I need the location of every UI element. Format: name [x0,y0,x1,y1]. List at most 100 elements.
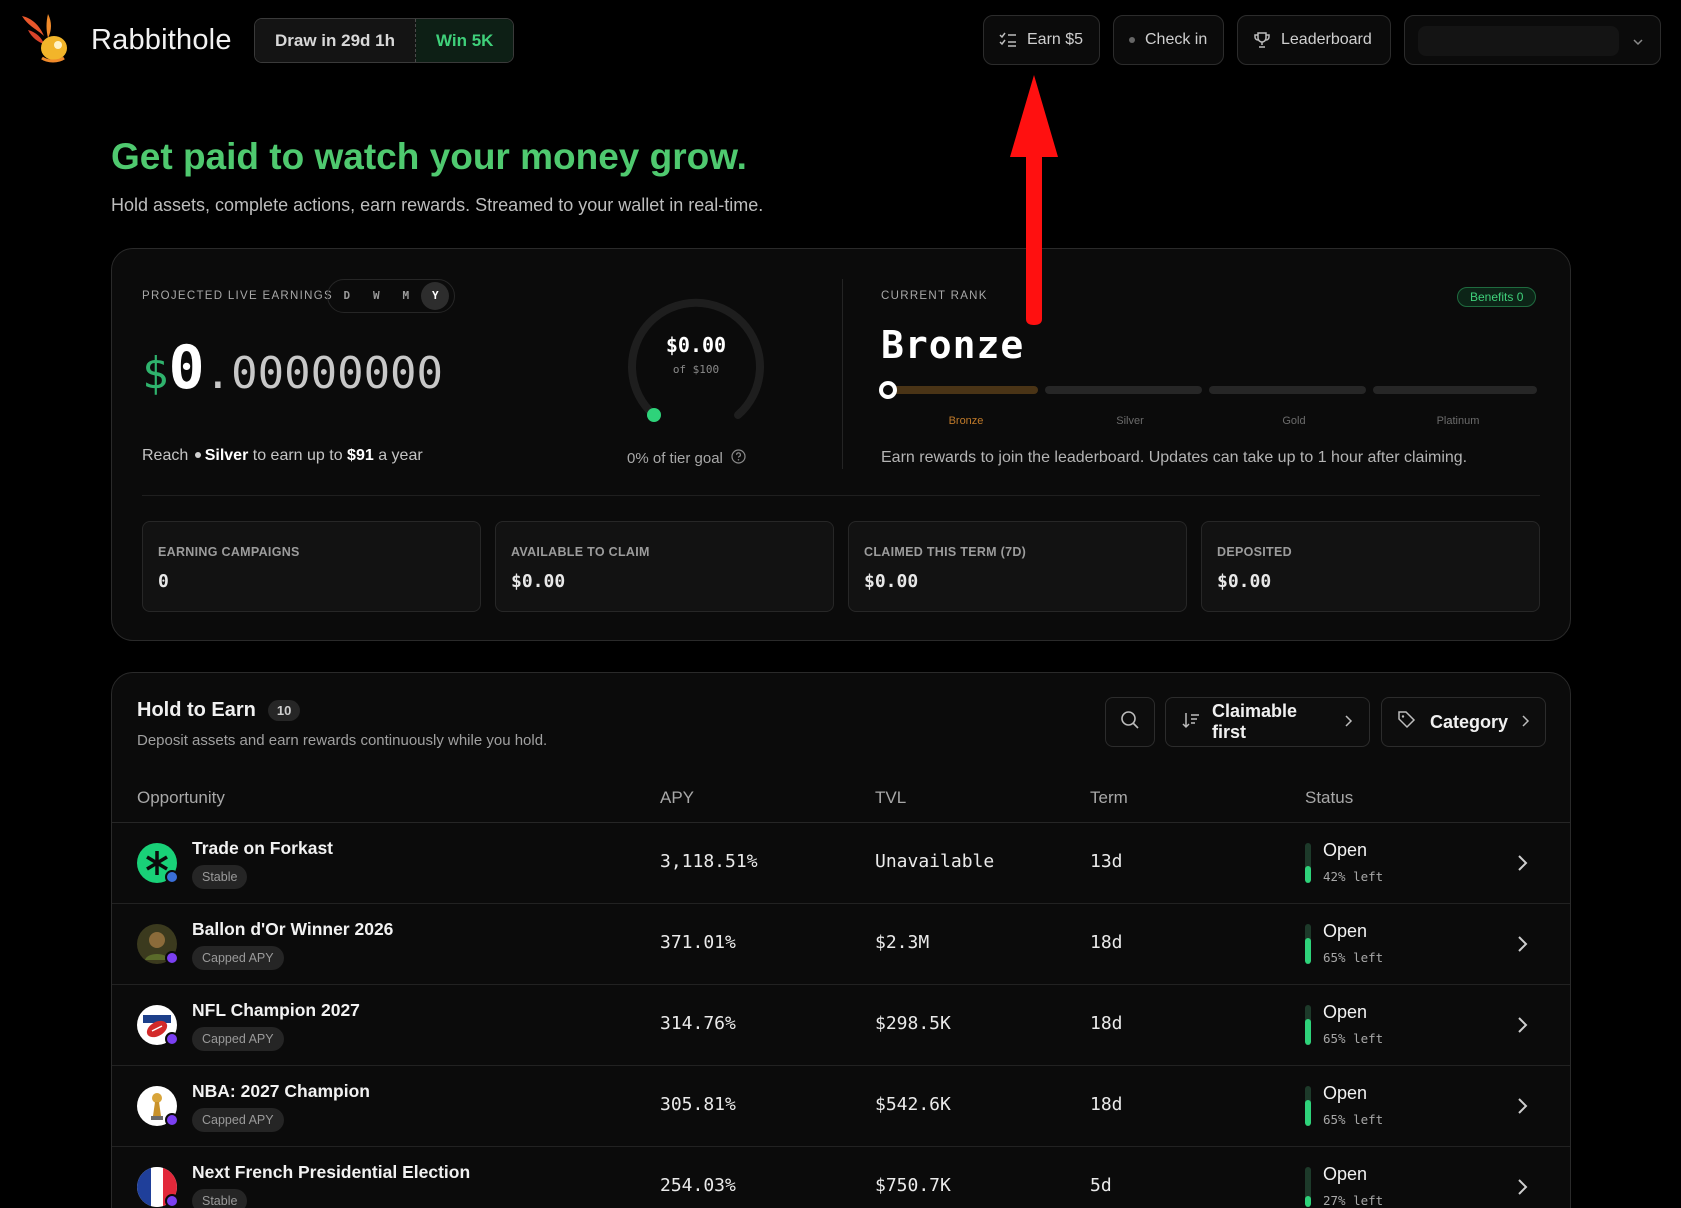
draw-ticket[interactable]: Draw in 29d 1h Win 5K [254,18,515,63]
row-tvl: $2.3M [875,932,930,953]
table-row[interactable]: NFL Champion 2027 Capped APY 314.76% $29… [112,985,1570,1066]
search-button[interactable] [1105,697,1155,747]
col-term[interactable]: Term [1090,788,1128,808]
availability-fill [1305,1019,1311,1045]
category-button[interactable]: Category [1381,697,1546,747]
row-name: Ballon d'Or Winner 2026 [192,919,394,939]
chevron-right-icon[interactable] [1516,934,1528,959]
row-apy: 3,118.51% [660,851,758,872]
chevron-right-icon[interactable] [1516,1096,1528,1121]
row-tvl: $298.5K [875,1013,951,1034]
row-status: Open [1323,921,1368,941]
section-subtitle: Deposit assets and earn rewards continuo… [137,732,548,749]
tier-segment-bronze [881,386,1038,394]
earnings-panel: Projected live earnings D W M Y $0.00000… [111,248,1571,641]
stat-earning-campaigns: Earning campaigns 0 [142,521,481,612]
check-in-label: Check in [1145,31,1208,48]
row-apy: 371.01% [660,932,736,953]
tier-segment-silver [1045,386,1202,394]
tier-label-silver: Silver [1116,415,1144,427]
row-term: 18d [1090,1094,1123,1115]
chevron-right-icon[interactable] [1516,1015,1528,1040]
leaderboard-button[interactable]: Leaderboard [1237,15,1391,65]
wallet-menu[interactable] [1404,15,1661,65]
projected-earnings-label: Projected live earnings [142,290,333,302]
availability-meter [1305,843,1311,883]
row-term: 13d [1090,851,1123,872]
row-left: 65% left [1323,1112,1384,1127]
period-toggle: D W M Y [327,279,455,313]
stat-label: Claimed this term (7D) [864,545,1027,559]
sort-button[interactable]: Claimable first [1165,697,1370,747]
tier-progress [879,381,1541,399]
row-status: Open [1323,840,1368,860]
gauge-progress-dot [647,408,661,422]
row-name: Next French Presidential Election [192,1162,471,1182]
tier-segment-gold [1209,386,1366,394]
row-name: Trade on Forkast [192,838,334,858]
panel-divider [842,279,843,469]
col-tvl[interactable]: TVL [875,788,906,808]
period-m[interactable]: M [392,282,420,310]
gauge-arc [628,298,764,422]
checklist-icon [999,32,1017,48]
gauge-of: of $100 [672,363,720,376]
col-apy[interactable]: APY [660,788,694,808]
top-bar: Rabbithole Draw in 29d 1h Win 5K Earn $5… [0,0,1681,84]
table-row[interactable]: Ballon d'Or Winner 2026 Capped APY 371.0… [112,904,1570,985]
count-badge: 10 [267,700,301,721]
wallet-address-redacted [1418,26,1619,56]
chain-badge-icon [165,870,179,884]
hero-title: Get paid to watch your money grow. [111,136,747,177]
hero-subtitle: Hold assets, complete actions, earn rewa… [111,195,764,215]
col-opportunity[interactable]: Opportunity [137,788,225,808]
stat-value: $0.00 [864,571,919,592]
brand-name[interactable]: Rabbithole [91,24,232,57]
row-apy: 314.76% [660,1013,736,1034]
benefits-badge[interactable]: Benefits 0 [1457,287,1537,307]
row-tvl: Unavailable [875,851,995,872]
search-icon [1120,710,1140,735]
panel-separator [142,495,1540,496]
earn-button[interactable]: Earn $5 [983,15,1100,65]
row-tvl: $542.6K [875,1094,951,1115]
col-status[interactable]: Status [1305,788,1353,808]
help-icon[interactable] [731,449,746,468]
rabbithole-logo[interactable] [18,12,74,66]
stat-label: Earning campaigns [158,545,300,559]
row-name: NFL Champion 2027 [192,1000,360,1020]
period-y[interactable]: Y [421,282,450,310]
amount-integer: 0 [168,333,205,403]
period-w[interactable]: W [362,282,390,310]
projected-amount: $0.00000000 [142,333,443,403]
availability-meter [1305,1167,1311,1207]
availability-fill [1305,938,1311,964]
table-row[interactable]: NBA: 2027 Champion Capped APY 305.81% $5… [112,1066,1570,1147]
reach-suffix: a year [378,447,423,464]
reach-amount: $91 [347,447,374,464]
tier-segment-platinum [1373,386,1537,394]
tier-label-bronze: Bronze [948,415,984,427]
availability-meter [1305,1005,1311,1045]
stat-label: Available to claim [511,545,650,559]
earn-label: Earn $5 [1027,31,1084,48]
currency-symbol: $ [142,348,169,399]
trophy-icon [1253,31,1271,49]
row-tag: Stable [192,865,248,889]
row-name: NBA: 2027 Champion [192,1081,370,1101]
chain-badge-icon [165,951,179,965]
table-row[interactable]: Next French Presidential Election Stable… [112,1147,1570,1208]
table-row[interactable]: Trade on Forkast Stable 3,118.51% Unavai… [112,823,1570,904]
period-d[interactable]: D [333,282,361,310]
row-tag: Capped APY [192,1027,284,1051]
check-in-button[interactable]: Check in [1113,15,1224,65]
row-tvl: $750.7K [875,1175,951,1196]
annotation-arrow-icon [1008,75,1060,332]
tier-goal-label: 0% of tier goal [627,450,723,467]
chevron-right-icon[interactable] [1516,1177,1528,1202]
chevron-right-icon[interactable] [1516,853,1528,878]
hold-to-earn-heading: Hold to Earn 10 [137,699,301,722]
reach-tier-text: Reach Silver to earn up to $91 a year [142,447,423,465]
availability-fill [1305,1100,1311,1126]
row-status: Open [1323,1083,1368,1103]
